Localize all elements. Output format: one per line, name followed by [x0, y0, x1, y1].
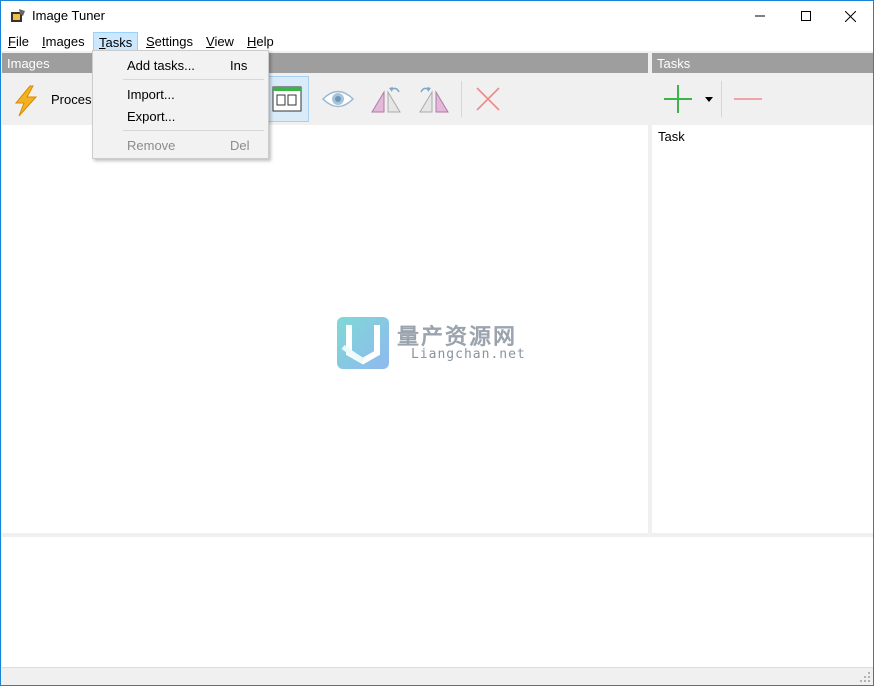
- menu-view[interactable]: View: [201, 32, 239, 51]
- menu-images[interactable]: Images: [37, 32, 90, 51]
- watermark-logo: [337, 317, 389, 369]
- preview-button[interactable]: [316, 76, 360, 122]
- close-icon: [844, 10, 856, 22]
- maximize-button[interactable]: [783, 1, 829, 31]
- tasks-list[interactable]: Task: [652, 125, 873, 533]
- status-bar: [2, 667, 873, 685]
- eye-icon: [321, 90, 355, 108]
- menu-item-remove[interactable]: Remove Del: [95, 134, 266, 156]
- toolbar-separator: [461, 81, 462, 117]
- view-toggle-button[interactable]: [264, 76, 309, 122]
- delete-x-icon: [476, 87, 500, 111]
- menu-help[interactable]: Help: [242, 32, 279, 51]
- maximize-icon: [801, 11, 811, 21]
- rotate-left-icon: [371, 87, 401, 113]
- menu-item-import[interactable]: Import...: [95, 83, 266, 105]
- log-pane[interactable]: [2, 537, 873, 667]
- menu-file[interactable]: File: [3, 32, 34, 51]
- add-task-button[interactable]: [658, 76, 698, 122]
- menu-tasks[interactable]: Tasks: [93, 32, 139, 51]
- menu-separator: [123, 79, 264, 80]
- delete-image-button[interactable]: [466, 76, 510, 122]
- watermark-en-text: Liangchan.net: [411, 347, 526, 362]
- menu-item-export[interactable]: Export...: [95, 105, 266, 127]
- tasks-toolbar-separator: [721, 81, 722, 117]
- remove-minus-icon: [734, 98, 762, 100]
- menu-item-add-tasks[interactable]: Add tasks... Ins: [95, 54, 266, 76]
- tasks-panel-header: Tasks: [652, 53, 873, 73]
- menu-settings[interactable]: Settings: [141, 32, 198, 51]
- remove-task-button[interactable]: [728, 76, 768, 122]
- add-plus-icon: [664, 85, 692, 113]
- watermark: 量产资源网 Liangchan.net: [337, 317, 547, 371]
- add-task-dropdown[interactable]: [702, 76, 716, 122]
- menu-bar: File Images Tasks Settings View Help: [1, 31, 873, 51]
- minimize-icon: [755, 15, 765, 17]
- minimize-button[interactable]: [737, 1, 783, 31]
- window-title: Image Tuner: [32, 8, 105, 23]
- app-window: Image Tuner File Images Tasks Settings V…: [0, 0, 874, 686]
- images-list[interactable]: [2, 125, 648, 533]
- dropdown-arrow-icon: [705, 96, 713, 102]
- title-bar: Image Tuner: [1, 1, 873, 31]
- tasks-toolbar: [652, 73, 873, 125]
- lightning-icon: [10, 85, 42, 120]
- task-column-header[interactable]: Task: [658, 129, 685, 144]
- process-label: Process: [51, 92, 98, 107]
- tasks-menu-dropdown: Add tasks... Ins Import... Export... Rem…: [92, 50, 269, 159]
- app-icon: [10, 8, 26, 24]
- menu-separator: [123, 130, 264, 131]
- close-button[interactable]: [827, 1, 873, 31]
- view-toggle-icon: [272, 86, 301, 112]
- rotate-right-button[interactable]: [412, 76, 456, 122]
- resize-grip-icon[interactable]: [859, 671, 871, 683]
- rotate-left-button[interactable]: [364, 76, 408, 122]
- rotate-right-icon: [419, 87, 449, 113]
